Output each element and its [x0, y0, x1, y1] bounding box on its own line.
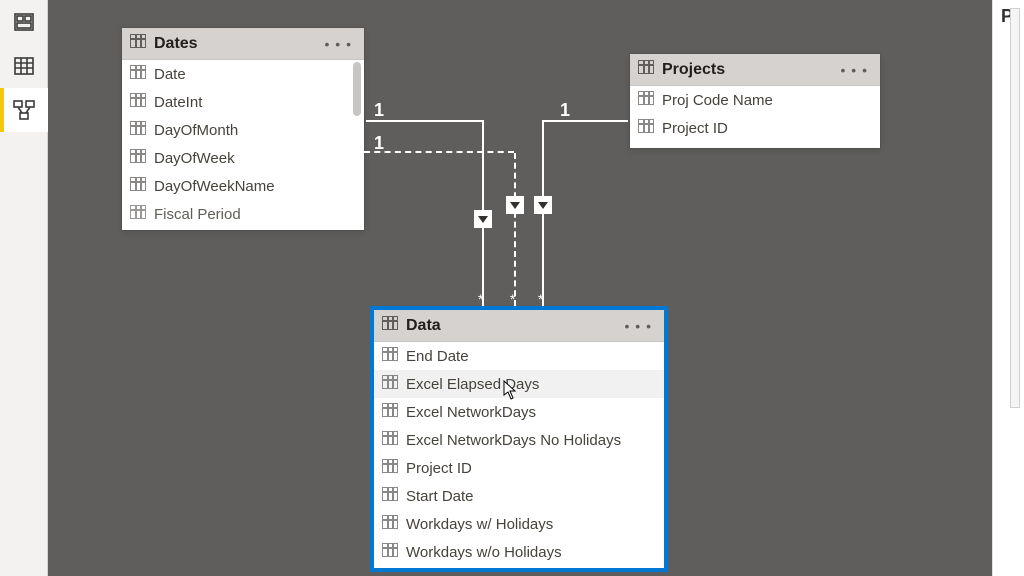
field-row[interactable]: Date [122, 60, 364, 88]
field-icon [382, 431, 398, 449]
field-icon [382, 515, 398, 533]
field-row[interactable]: Excel Elapsed Days [374, 370, 664, 398]
field-row[interactable]: Workdays w/o Holidays [374, 538, 664, 566]
cross-filter-arrow-icon [474, 210, 492, 228]
model-view-button[interactable] [0, 88, 48, 132]
relationship-line-inactive[interactable] [364, 151, 514, 153]
field-row[interactable]: DayOfMonth [122, 116, 364, 144]
field-icon [130, 149, 146, 167]
field-row[interactable]: Project ID [630, 114, 880, 142]
field-icon [130, 177, 146, 195]
table-title: Data [406, 317, 621, 335]
field-row[interactable]: Fiscal Period [122, 200, 364, 228]
relationship-line[interactable] [542, 120, 628, 122]
cardinality-one: 1 [374, 133, 384, 154]
cardinality-one: 1 [374, 100, 384, 121]
field-icon [382, 375, 398, 393]
more-icon[interactable]: • • • [621, 318, 656, 334]
right-pane-collapsed[interactable]: P [992, 0, 1024, 576]
field-icon [382, 459, 398, 477]
scrollbar[interactable] [1010, 8, 1020, 408]
field-row[interactable]: DayOfWeek [122, 144, 364, 172]
data-view-button[interactable] [0, 44, 48, 88]
field-icon [130, 93, 146, 111]
more-icon[interactable]: • • • [837, 62, 872, 78]
field-row[interactable]: Workdays w/ Holidays [374, 510, 664, 538]
relationship-line-inactive[interactable] [514, 153, 516, 306]
table-data[interactable]: Data • • • End Date Excel Elapsed Days E… [374, 310, 664, 568]
table-fields: Proj Code Name Project ID [630, 86, 880, 148]
table-projects[interactable]: Projects • • • Proj Code Name Project ID [630, 54, 880, 148]
field-icon [130, 121, 146, 139]
table-dates[interactable]: Dates • • • Date DateInt DayOfMonth DayO… [122, 28, 364, 230]
field-row[interactable]: Start Date [374, 482, 664, 510]
model-canvas[interactable]: Dates • • • Date DateInt DayOfMonth DayO… [48, 0, 992, 576]
cardinality-many: * [510, 292, 515, 306]
more-icon[interactable]: • • • [321, 36, 356, 52]
scrollbar-thumb[interactable] [353, 62, 361, 116]
table-fields: End Date Excel Elapsed Days Excel Networ… [374, 342, 664, 568]
cardinality-many: * [538, 292, 543, 306]
field-icon [382, 543, 398, 561]
view-switcher [0, 0, 48, 576]
field-row[interactable]: End Date [374, 342, 664, 370]
field-row[interactable]: DayOfWeekName [122, 172, 364, 200]
field-icon [638, 91, 654, 109]
field-icon [130, 205, 146, 223]
cardinality-one: 1 [560, 100, 570, 121]
field-row[interactable]: Project ID [374, 454, 664, 482]
cardinality-many: * [478, 292, 483, 306]
table-header[interactable]: Data • • • [374, 310, 664, 342]
cross-filter-arrow-icon [506, 196, 524, 214]
table-header[interactable]: Dates • • • [122, 28, 364, 60]
field-icon [382, 403, 398, 421]
table-header[interactable]: Projects • • • [630, 54, 880, 86]
field-icon [382, 347, 398, 365]
field-row[interactable]: Excel NetworkDays No Holidays [374, 426, 664, 454]
cross-filter-arrow-icon [534, 196, 552, 214]
field-row[interactable]: Excel NetworkDays [374, 398, 664, 426]
table-title: Dates [154, 35, 321, 53]
field-icon [130, 65, 146, 83]
report-view-button[interactable] [0, 0, 48, 44]
field-icon [638, 119, 654, 137]
table-title: Projects [662, 61, 837, 79]
table-icon [130, 34, 146, 53]
field-row[interactable]: Proj Code Name [630, 86, 880, 114]
table-icon [638, 60, 654, 79]
table-icon [382, 316, 398, 335]
field-icon [382, 487, 398, 505]
table-fields: Date DateInt DayOfMonth DayOfWeek DayOfW… [122, 60, 364, 230]
field-row[interactable]: DateInt [122, 88, 364, 116]
